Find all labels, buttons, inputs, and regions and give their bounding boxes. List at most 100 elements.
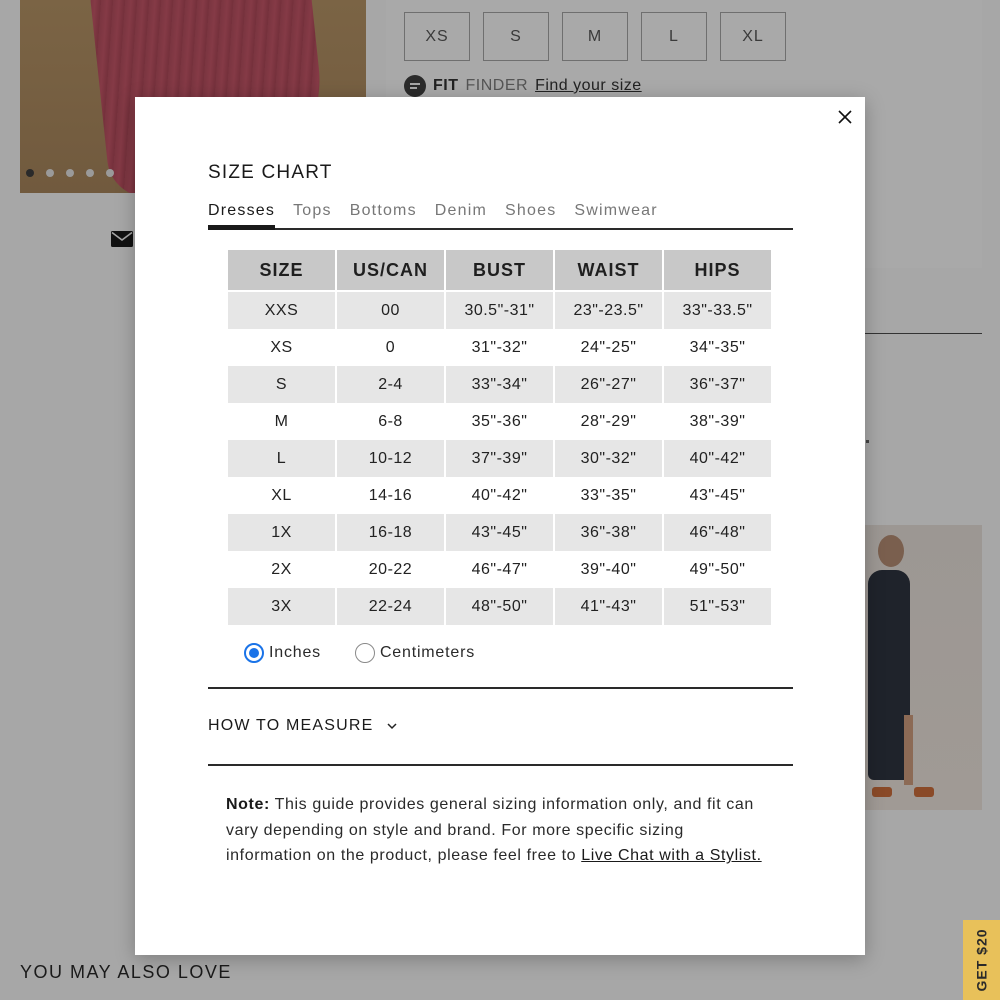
table-cell: 10-12 [337, 440, 444, 477]
table-cell: 43"-45" [446, 514, 553, 551]
table-cell: 33"-35" [580, 486, 637, 504]
model-shoe-shape [914, 787, 934, 797]
table-cell: 16-18 [337, 514, 444, 551]
find-your-size-link[interactable]: Find your size [535, 77, 642, 95]
table-cell: 30.5"-31" [446, 292, 553, 329]
table-row: L 10-12 37"-39" 30"-32" 40"-42" [228, 440, 771, 477]
table-cell: 0 [385, 338, 396, 356]
tab-swimwear[interactable]: Swimwear [574, 202, 657, 228]
carousel-dots [26, 169, 114, 177]
table-row: XS 0 31"-32" 24"-25" 34"-35" [228, 329, 771, 366]
tab-bottoms[interactable]: Bottoms [350, 202, 417, 228]
carousel-dot[interactable] [66, 169, 74, 177]
note-label: Note: [226, 796, 270, 813]
table-cell: 36"-37" [664, 366, 771, 403]
you-may-also-love-heading: YOU MAY ALSO LOVE [20, 962, 232, 982]
table-cell: 46"-48" [664, 514, 771, 551]
tab-tops[interactable]: Tops [293, 202, 332, 228]
table-row: 2X 20-22 46"-47" 39"-40" 49"-50" [228, 551, 771, 588]
carousel-dot[interactable] [86, 169, 94, 177]
table-cell: 39"-40" [580, 560, 637, 578]
table-cell: 30"-32" [555, 440, 662, 477]
table-cell: 22-24 [337, 588, 444, 625]
table-cell: 48"-50" [446, 588, 553, 625]
tab-dresses[interactable]: Dresses [208, 202, 276, 230]
inches-label: Inches [269, 644, 321, 661]
divider [208, 764, 793, 766]
size-selector: XS S M L XL [404, 12, 786, 61]
fit-finder-bold: FIT [433, 77, 459, 94]
table-cell: 2-4 [337, 366, 444, 403]
table-cell: 20-22 [368, 560, 413, 578]
promo-tab[interactable]: GET $20 [963, 920, 1000, 1000]
size-option-button[interactable]: L [641, 12, 707, 61]
size-option-button[interactable]: M [562, 12, 628, 61]
modal-title: SIZE CHART [208, 162, 333, 183]
table-cell: L [228, 440, 335, 477]
carousel-dot[interactable] [26, 169, 34, 177]
table-cell: 3X [228, 588, 335, 625]
table-cell: 38"-39" [689, 412, 746, 430]
table-cell: 33"-33.5" [664, 292, 771, 329]
centimeters-radio[interactable] [354, 643, 375, 663]
column-header: US/CAN [337, 250, 444, 292]
table-cell: 00 [337, 292, 444, 329]
table-cell: XS [270, 338, 293, 356]
size-option-button[interactable]: S [483, 12, 549, 61]
table-cell: 37"-39" [446, 440, 553, 477]
divider [208, 687, 793, 689]
size-chart-modal: SIZE CHART Dresses Tops Bottoms Denim Sh… [135, 97, 865, 955]
tab-denim[interactable]: Denim [435, 202, 487, 228]
centimeters-label: Centimeters [379, 644, 476, 661]
table-cell: 41"-43" [555, 588, 662, 625]
table-row: 1X 16-18 43"-45" 36"-38" 46"-48" [228, 514, 771, 551]
table-cell: 33"-34" [446, 366, 553, 403]
table-cell: 46"-47" [471, 560, 528, 578]
table-cell: 31"-32" [471, 338, 528, 356]
table-cell: 40"-42" [664, 440, 771, 477]
table-cell: XL [271, 486, 292, 504]
mail-icon[interactable] [111, 231, 133, 247]
table-row: M 6-8 35"-36" 28"-29" 38"-39" [228, 403, 771, 440]
table-cell: 26"-27" [555, 366, 662, 403]
table-cell: 36"-38" [555, 514, 662, 551]
size-option-button[interactable]: XS [404, 12, 470, 61]
carousel-dot[interactable] [106, 169, 114, 177]
model-head-shape [878, 535, 904, 567]
column-header: BUST [446, 250, 553, 292]
table-cell: 51"-53" [664, 588, 771, 625]
table-cell: S [228, 366, 335, 403]
table-cell: 24"-25" [580, 338, 637, 356]
model-shoe-shape [872, 787, 892, 797]
sizing-note: Note: This guide provides general sizing… [226, 792, 771, 869]
unit-toggle: Inches Centimeters [244, 643, 475, 663]
table-cell: 40"-42" [471, 486, 528, 504]
centimeters-option[interactable]: Centimeters [354, 643, 476, 663]
table-cell: 1X [228, 514, 335, 551]
table-cell: 34"-35" [689, 338, 746, 356]
how-to-measure-label: HOW TO MEASURE [208, 717, 374, 734]
table-cell: 14-16 [368, 486, 413, 504]
how-to-measure-toggle[interactable]: HOW TO MEASURE [208, 717, 398, 735]
table-header-row: SIZE US/CAN BUST WAIST HIPS [228, 250, 771, 292]
chevron-down-icon [387, 723, 397, 730]
close-button[interactable] [833, 105, 857, 129]
fit-finder: FIT FINDER Find your size [404, 75, 642, 97]
size-table: SIZE US/CAN BUST WAIST HIPS XXS 00 30.5"… [226, 250, 773, 625]
tab-shoes[interactable]: Shoes [505, 202, 556, 228]
promo-text: GET $20 [973, 928, 990, 992]
live-chat-link[interactable]: Live Chat with a Stylist. [581, 847, 761, 864]
inches-option[interactable]: Inches [244, 643, 321, 663]
column-header: SIZE [228, 250, 335, 292]
inches-radio[interactable] [244, 643, 264, 663]
close-icon [838, 110, 852, 124]
carousel-dot[interactable] [46, 169, 54, 177]
table-row: S 2-4 33"-34" 26"-27" 36"-37" [228, 366, 771, 403]
table-cell: 43"-45" [689, 486, 746, 504]
recommended-product-image[interactable] [862, 525, 982, 810]
size-option-button[interactable]: XL [720, 12, 786, 61]
fit-finder-icon [404, 75, 426, 97]
table-row: XXS 00 30.5"-31" 23"-23.5" 33"-33.5" [228, 292, 771, 329]
table-cell: M [274, 412, 289, 430]
table-row: 3X 22-24 48"-50" 41"-43" 51"-53" [228, 588, 771, 625]
